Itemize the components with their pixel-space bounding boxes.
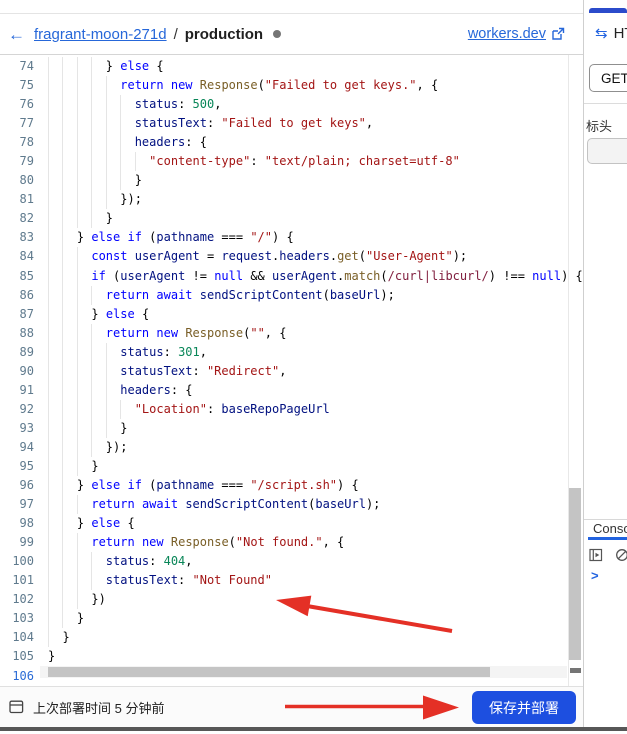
code-line[interactable]: 105} — [0, 647, 583, 666]
line-number: 91 — [19, 382, 34, 397]
environment-status-dot — [273, 30, 282, 38]
line-number: 94 — [19, 439, 34, 454]
line-number: 89 — [19, 344, 34, 359]
line-number: 84 — [19, 249, 34, 264]
workers-editor-page: ← fragrant-moon-271d / production worker… — [0, 0, 627, 734]
line-number: 79 — [19, 154, 34, 169]
http-panel-accent-bar — [589, 8, 627, 13]
line-number: 77 — [19, 116, 34, 131]
line-number: 102 — [12, 592, 34, 607]
line-number: 87 — [19, 306, 34, 321]
code-line[interactable]: 94 }); — [0, 437, 583, 457]
code-line[interactable]: 78 headers: { — [0, 133, 583, 153]
code-lines[interactable]: 74 } else {75 return new Response("Faile… — [0, 57, 583, 686]
code-line[interactable]: 92 "Location": baseRepoPageUrl — [0, 399, 583, 419]
code-line[interactable]: 83 } else if (pathname === "/") { — [0, 228, 583, 248]
code-line[interactable]: 104 } — [0, 628, 583, 648]
code-line[interactable]: 86 return await sendScriptContent(baseUr… — [0, 285, 583, 305]
header-breadcrumb-bar: ← fragrant-moon-271d / production worker… — [0, 14, 583, 55]
code-line[interactable]: 95 } — [0, 456, 583, 477]
http-tab-label: HTTP — [613, 24, 627, 42]
window-bottom-edge — [0, 727, 627, 731]
line-number: 76 — [19, 97, 34, 112]
code-line[interactable]: 80 } — [0, 171, 583, 191]
run-console-icon[interactable] — [589, 548, 603, 562]
line-number: 83 — [19, 230, 34, 245]
code-line[interactable]: 82 } — [0, 209, 583, 229]
line-number: 80 — [19, 173, 34, 188]
line-number: 78 — [19, 135, 34, 150]
workers-dev-label: workers.dev — [467, 26, 546, 42]
http-method-dropdown[interactable]: GET — [589, 64, 627, 92]
scrollbar-corner-mark — [570, 668, 581, 673]
code-line[interactable]: 75 return new Response("Failed to get ke… — [0, 76, 583, 96]
line-number: 101 — [12, 573, 34, 588]
external-link-icon — [552, 27, 565, 40]
code-editor[interactable]: 74 } else {75 return new Response("Faile… — [0, 55, 583, 686]
breadcrumb-environment: production — [184, 25, 264, 43]
line-number: 86 — [19, 287, 34, 302]
code-line[interactable]: 96 } else if (pathname === "/script.sh")… — [0, 476, 583, 496]
code-line[interactable]: 79 "content-type": "text/plain; charset=… — [0, 152, 583, 172]
swap-arrows-icon: ⇆ — [595, 24, 608, 42]
code-line[interactable]: 85 if (userAgent != null && userAgent.ma… — [0, 266, 583, 286]
code-line[interactable]: 99 return new Response("Not found.", { — [0, 533, 583, 553]
tab-http[interactable]: ⇆ HTTP — [595, 23, 627, 43]
code-line[interactable]: 76 status: 500, — [0, 95, 583, 115]
line-number: 93 — [19, 420, 34, 435]
vertical-scrollbar-thumb[interactable] — [569, 488, 581, 660]
line-number: 103 — [12, 611, 34, 626]
line-number: 104 — [12, 630, 34, 645]
line-number: 106 — [12, 668, 34, 683]
console-prompt-chevron[interactable]: > — [591, 568, 599, 583]
code-line[interactable]: 74 } else { — [0, 57, 583, 77]
code-line[interactable]: 97 return await sendScriptContent(baseUr… — [0, 495, 583, 515]
back-arrow-icon[interactable]: ← — [8, 26, 25, 43]
panel-divider — [583, 0, 584, 728]
line-number: 92 — [19, 401, 34, 416]
code-line[interactable]: 84 const userAgent = request.headers.get… — [0, 247, 583, 267]
line-number: 74 — [19, 59, 34, 73]
line-number: 95 — [19, 458, 34, 473]
headers-label: 标头 — [586, 119, 613, 134]
line-number: 97 — [19, 497, 34, 512]
tab-console[interactable]: Console — [593, 521, 627, 536]
line-number: 90 — [19, 363, 34, 378]
line-number: 99 — [19, 535, 34, 550]
http-panel-divider — [584, 103, 627, 104]
horizontal-scrollbar-thumb[interactable] — [48, 667, 490, 677]
workers-dev-link[interactable]: workers.dev — [468, 26, 565, 42]
code-line[interactable]: 101 statusText: "Not Found" — [0, 571, 583, 591]
code-line[interactable]: 100 status: 404, — [0, 552, 583, 572]
console-tab-active-indicator — [588, 537, 627, 540]
code-line[interactable]: 90 statusText: "Redirect", — [0, 361, 583, 381]
code-line[interactable]: 103 } — [0, 609, 583, 629]
header-value-input[interactable] — [587, 138, 627, 164]
last-deploy-text: 上次部署时间 5 分钟前 — [33, 700, 165, 716]
console-panel-top-border — [584, 519, 627, 520]
code-line[interactable]: 102 }) — [0, 590, 583, 610]
line-number: 100 — [12, 554, 34, 569]
breadcrumb-worker-link[interactable]: fragrant-moon-271d — [34, 26, 167, 43]
line-number: 85 — [19, 268, 34, 283]
line-number: 88 — [19, 325, 34, 340]
code-line[interactable]: 88 return new Response("", { — [0, 323, 583, 343]
deployment-icon — [9, 700, 24, 714]
line-number: 98 — [19, 516, 34, 531]
line-number: 81 — [19, 192, 34, 207]
clear-console-icon[interactable] — [615, 548, 627, 562]
line-number: 75 — [19, 78, 34, 93]
code-line[interactable]: 93 } — [0, 418, 583, 438]
line-number: 96 — [19, 478, 34, 493]
code-line[interactable]: 91 headers: { — [0, 380, 583, 400]
line-number: 105 — [12, 649, 34, 664]
save-and-deploy-button[interactable]: 保存并部署 — [472, 691, 576, 724]
code-line[interactable]: 87 } else { — [0, 304, 583, 324]
line-number: 82 — [19, 211, 34, 226]
code-line[interactable]: 89 status: 301, — [0, 342, 583, 362]
breadcrumb-separator: / — [173, 25, 178, 43]
code-line[interactable]: 77 statusText: "Failed to get keys", — [0, 114, 583, 134]
code-line[interactable]: 98 } else { — [0, 514, 583, 534]
code-line[interactable]: 81 }); — [0, 190, 583, 210]
